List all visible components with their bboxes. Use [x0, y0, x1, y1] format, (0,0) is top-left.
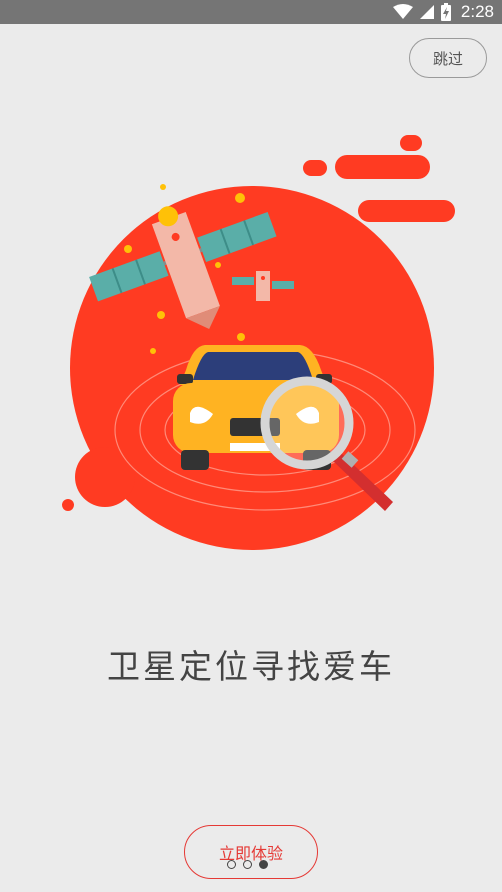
status-bar: 2:28 [0, 0, 502, 24]
headline: 卫星定位寻找爱车 [107, 647, 395, 686]
page-dot[interactable] [227, 860, 236, 869]
cellular-signal-icon [419, 5, 434, 19]
start-button[interactable]: 立即体验 [184, 825, 318, 879]
battery-charging-icon [440, 3, 451, 21]
page-indicator [227, 860, 268, 869]
page-dot[interactable] [243, 860, 252, 869]
skip-button-label: 跳过 [432, 49, 463, 68]
page-dot[interactable] [259, 860, 268, 869]
wifi-icon [392, 4, 413, 19]
skip-button[interactable]: 跳过 [409, 38, 487, 78]
status-time: 2:28 [460, 2, 494, 21]
status-icons: 2:28 [392, 0, 494, 24]
illustration [62, 135, 455, 550]
